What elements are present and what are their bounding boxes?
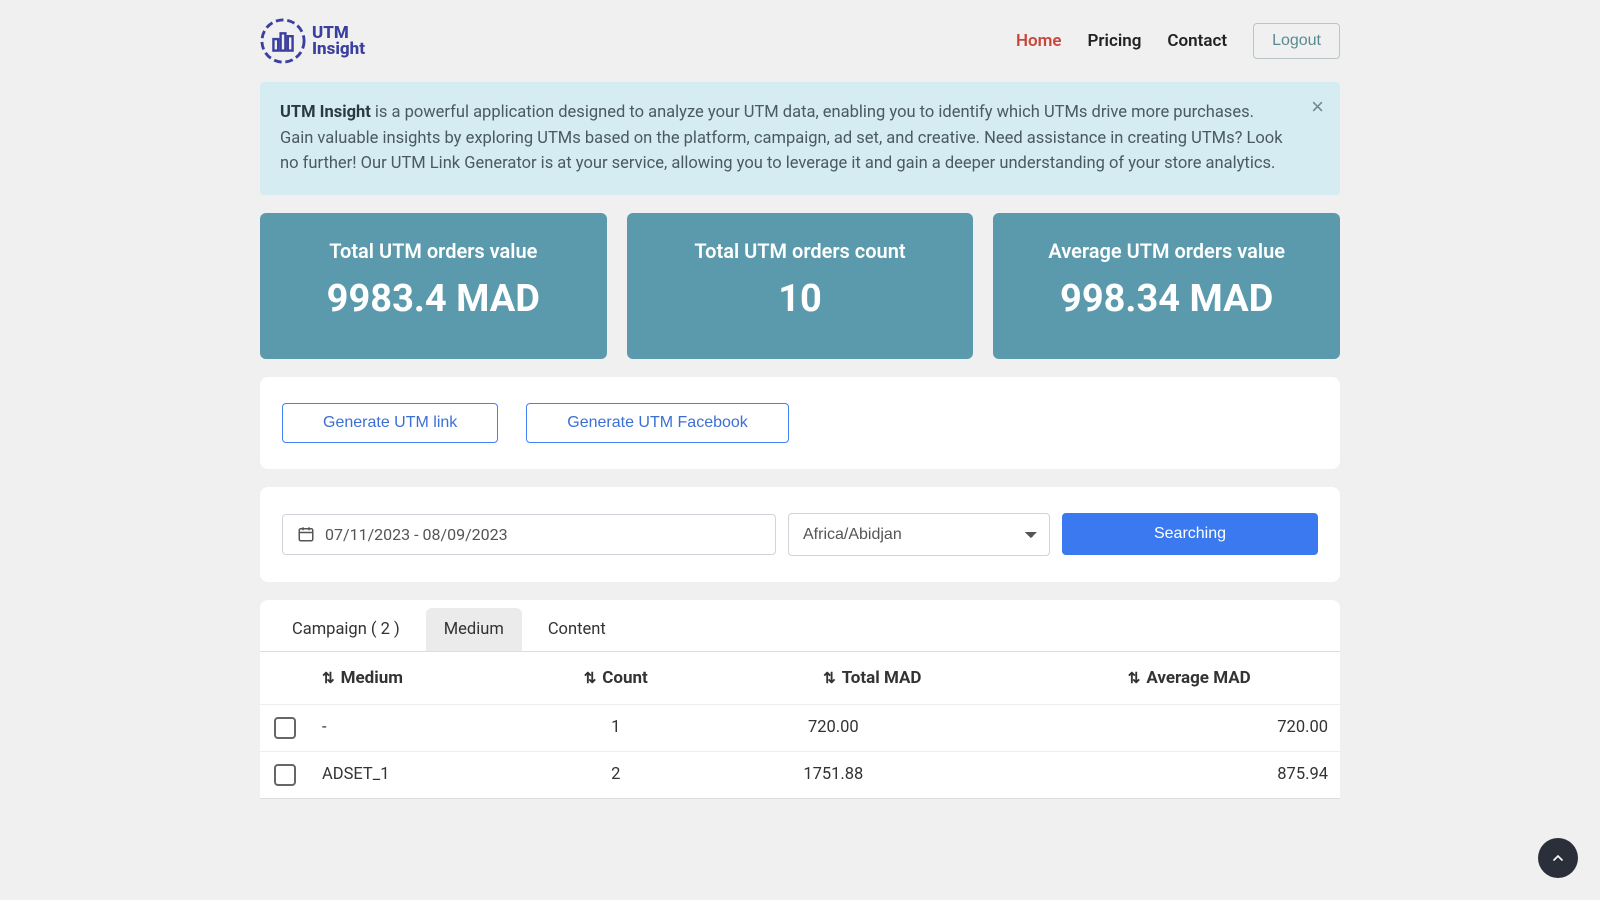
card-title: Total UTM orders count (647, 239, 954, 263)
card-total-count: Total UTM orders count 10 (627, 213, 974, 359)
logo[interactable]: UTM Insight (260, 18, 365, 64)
card-average-value: Average UTM orders value 998.34 MAD (993, 213, 1340, 359)
table-row: ADSET_1 2 1751.88 875.94 (260, 751, 1340, 798)
cell-count: 2 (525, 751, 706, 798)
card-value: 998.34 MAD (1013, 277, 1320, 321)
date-range-value: 07/11/2023 - 08/09/2023 (325, 525, 508, 544)
search-button[interactable]: Searching (1062, 513, 1318, 555)
cell-count: 1 (525, 704, 706, 751)
cell-medium: ADSET_1 (310, 751, 525, 798)
header: UTM Insight Home Pricing Contact Logout (260, 0, 1340, 82)
close-icon: × (1311, 94, 1324, 119)
cell-average: 720.00 (1039, 704, 1341, 751)
col-average[interactable]: ⇅Average MAD (1039, 651, 1341, 704)
scroll-top-button[interactable] (1538, 838, 1578, 878)
cell-total: 720.00 (706, 704, 1038, 751)
search-panel: 07/11/2023 - 08/09/2023 Africa/Abidjan S… (260, 487, 1340, 582)
info-banner: UTM Insight is a powerful application de… (260, 82, 1340, 195)
cell-total: 1751.88 (706, 751, 1038, 798)
card-total-value: Total UTM orders value 9983.4 MAD (260, 213, 607, 359)
nav-home[interactable]: Home (1016, 31, 1062, 51)
sort-icon: ⇅ (322, 669, 335, 687)
tab-campaign[interactable]: Campaign ( 2 ) (274, 608, 418, 651)
sort-icon: ⇅ (823, 669, 836, 687)
card-value: 9983.4 MAD (280, 277, 587, 321)
date-range-input[interactable]: 07/11/2023 - 08/09/2023 (282, 514, 776, 555)
main-nav: Home Pricing Contact Logout (1016, 23, 1340, 59)
col-total[interactable]: ⇅Total MAD (706, 651, 1038, 704)
nav-contact[interactable]: Contact (1167, 31, 1227, 51)
tab-content[interactable]: Content (530, 608, 624, 651)
generate-panel: Generate UTM link Generate UTM Facebook (260, 377, 1340, 469)
results-table: ⇅Medium ⇅Count ⇅Total MAD ⇅Average MAD -… (260, 651, 1340, 798)
cell-average: 875.94 (1039, 751, 1341, 798)
sort-icon: ⇅ (584, 669, 597, 687)
tabs: Campaign ( 2 ) Medium Content (260, 600, 1340, 651)
banner-strong: UTM Insight (280, 103, 371, 122)
stat-cards: Total UTM orders value 9983.4 MAD Total … (260, 213, 1340, 359)
logo-line2: Insight (312, 41, 365, 57)
logout-button[interactable]: Logout (1253, 23, 1340, 59)
card-value: 10 (647, 277, 954, 321)
sort-icon: ⇅ (1128, 669, 1141, 687)
col-count[interactable]: ⇅Count (525, 651, 706, 704)
logo-chart-icon (260, 18, 306, 64)
nav-pricing[interactable]: Pricing (1088, 31, 1142, 51)
card-title: Total UTM orders value (280, 239, 587, 263)
tabs-panel: Campaign ( 2 ) Medium Content ⇅Medium ⇅C… (260, 600, 1340, 799)
generate-utm-link-button[interactable]: Generate UTM link (282, 403, 498, 443)
banner-close-button[interactable]: × (1311, 94, 1324, 120)
chevron-up-icon (1550, 850, 1566, 866)
card-title: Average UTM orders value (1013, 239, 1320, 263)
row-checkbox[interactable] (274, 764, 296, 786)
col-medium[interactable]: ⇅Medium (310, 651, 525, 704)
table-row: - 1 720.00 720.00 (260, 704, 1340, 751)
cell-medium: - (310, 704, 525, 751)
timezone-select[interactable]: Africa/Abidjan (788, 513, 1050, 556)
calendar-icon (297, 525, 315, 543)
row-checkbox[interactable] (274, 717, 296, 739)
banner-text: is a powerful application designed to an… (280, 103, 1283, 173)
generate-utm-facebook-button[interactable]: Generate UTM Facebook (526, 403, 789, 443)
tab-medium[interactable]: Medium (426, 608, 522, 651)
